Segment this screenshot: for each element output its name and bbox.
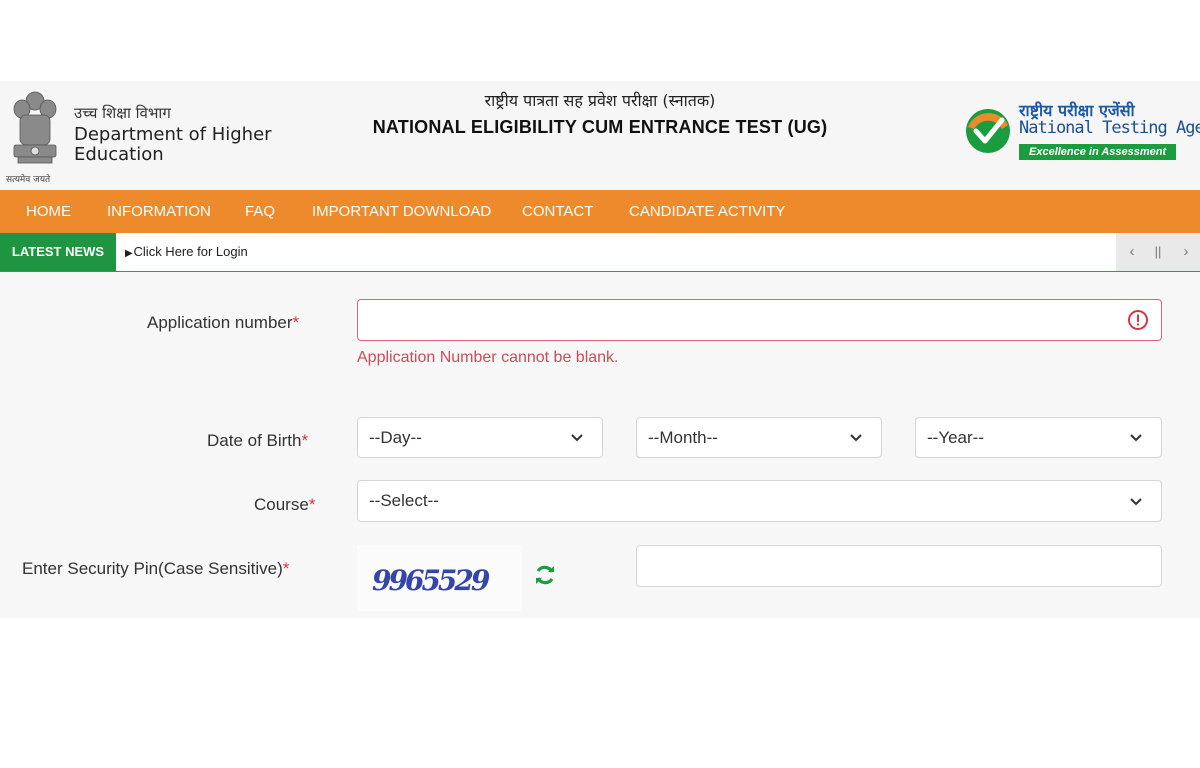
security-pin-label: Enter Security Pin(Case Sensitive)* [22,559,290,578]
dob-day-select[interactable]: --Day-- [357,417,603,458]
ticker-next-icon[interactable]: › [1172,233,1200,271]
caret-right-icon: ▶ [125,248,134,259]
error-alert-icon [1128,310,1148,330]
exam-title-hindi: राष्ट्रीय पात्रता सह प्रवेश परीक्षा (स्न… [484,91,716,110]
security-pin-input[interactable] [636,545,1162,587]
news-item-link[interactable]: ▶ Click Here for Login [125,233,248,271]
required-marker: * [301,431,309,450]
department-english: Department of Higher Education [74,124,272,165]
emblem-motto: सत्यमेव जयते [6,175,51,185]
dob-year-select[interactable]: --Year-- [915,417,1162,458]
news-ticker: LATEST NEWS ▶ Click Here for Login ‹ || … [0,233,1200,272]
dob-month-value: --Month-- [648,428,718,447]
nav-important-download[interactable]: IMPORTANT DOWNLOAD [312,190,491,233]
captcha-image: 9965529 [357,545,522,611]
nav-candidate-activity[interactable]: CANDIDATE ACTIVITY [629,190,785,233]
ticker-pause-icon[interactable]: || [1144,233,1172,271]
nta-tagline: Excellence in Assessment [1019,144,1177,160]
news-item-text[interactable]: Click Here for Login [134,244,248,259]
exam-title-block: राष्ट्रीय पात्रता सह प्रवेश परीक्षा (स्न… [300,89,900,138]
ticker-controls: ‹ || › [1116,233,1200,271]
nta-name-english: National Testing Agency [1019,118,1200,138]
dob-day-value: --Day-- [369,428,422,447]
required-marker: * [282,559,290,578]
exam-title-english: NATIONAL ELIGIBILITY CUM ENTRANCE TEST (… [372,117,828,137]
application-number-label: Application number* [147,313,300,332]
ticker-prev-icon[interactable]: ‹ [1118,233,1146,271]
nav-home[interactable]: HOME [26,190,71,233]
nav-faq[interactable]: FAQ [245,190,275,233]
application-number-input[interactable] [357,299,1162,341]
captcha-text: 9965529 [372,564,490,597]
nav-information[interactable]: INFORMATION [107,190,211,233]
dob-year-value: --Year-- [927,428,984,447]
latest-news-label: LATEST NEWS [0,233,116,271]
site-header: सत्यमेव जयते उच्च शिक्षा विभाग Departmen… [0,81,1200,190]
required-marker: * [292,313,300,332]
chevron-down-icon [1130,498,1142,506]
department-block: उच्च शिक्षा विभाग Department of Higher E… [74,103,294,165]
course-value: --Select-- [369,491,439,510]
course-label: Course* [254,495,316,514]
nta-logo: राष्ट्रीय परीक्षा एजेंसी National Testin… [964,99,1200,161]
course-select[interactable]: --Select-- [357,480,1162,522]
application-number-error: Application Number cannot be blank. [357,349,619,366]
refresh-captcha-icon[interactable] [533,563,557,587]
dob-month-select[interactable]: --Month-- [636,417,882,458]
chevron-down-icon [571,434,583,442]
chevron-down-icon [1130,434,1142,442]
required-marker: * [308,495,316,514]
checkmark-logo-icon [966,109,1010,153]
department-hindi: उच्च शिक्षा विभाग [74,104,171,122]
chevron-down-icon [850,434,862,442]
date-of-birth-label: Date of Birth* [207,431,309,450]
main-nav: HOME INFORMATION FAQ IMPORTANT DOWNLOAD … [0,190,1200,233]
nav-contact[interactable]: CONTACT [522,190,593,233]
